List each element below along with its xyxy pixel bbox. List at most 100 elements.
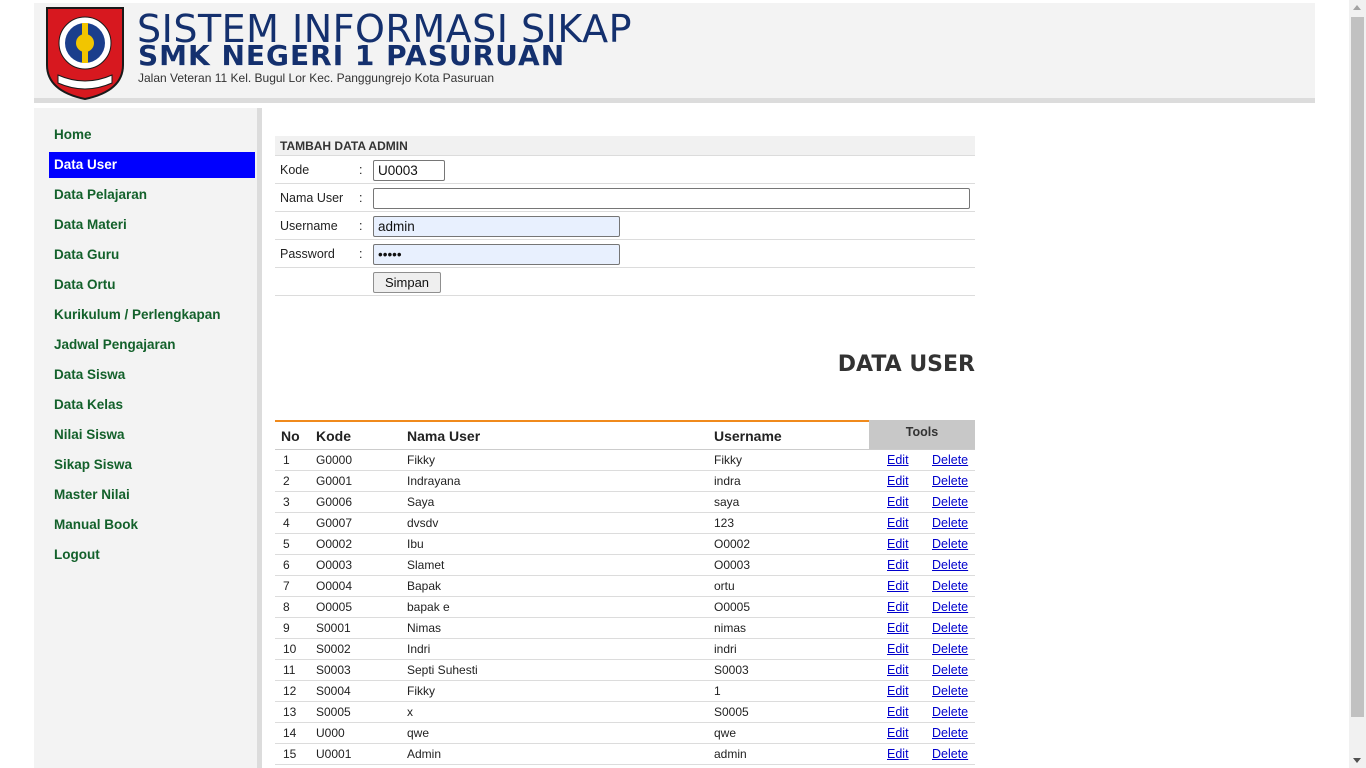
kode-input[interactable]	[373, 160, 445, 181]
sidebar-item-logout[interactable]: Logout	[49, 542, 255, 568]
cell-kode: S0001	[316, 621, 351, 635]
delete-link[interactable]: Delete	[932, 537, 968, 551]
add-admin-form: TAMBAH DATA ADMIN Kode : Nama User : Use…	[275, 136, 975, 296]
edit-link[interactable]: Edit	[887, 516, 909, 530]
colon: :	[359, 163, 363, 177]
edit-link[interactable]: Edit	[887, 663, 909, 677]
table-row: 1 G0000 Fikky Fikky Edit Delete	[275, 450, 975, 471]
edit-link[interactable]: Edit	[887, 474, 909, 488]
edit-link[interactable]: Edit	[887, 621, 909, 635]
cell-kode: S0002	[316, 642, 351, 656]
cell-nama-user: x	[407, 705, 413, 719]
password-label: Password	[280, 247, 335, 261]
nama-user-input[interactable]	[373, 188, 970, 209]
cell-no: 15	[283, 747, 297, 761]
school-address: Jalan Veteran 11 Kel. Bugul Lor Kec. Pan…	[138, 71, 495, 85]
table-body: 1 G0000 Fikky Fikky Edit Delete 2 G0001 Indrayan…	[275, 450, 975, 765]
scroll-up-arrow-icon[interactable]	[1353, 5, 1361, 10]
edit-link[interactable]: Edit	[887, 684, 909, 698]
delete-link[interactable]: Delete	[932, 600, 968, 614]
table-row: 14 U000 qwe qwe Edit Delete	[275, 723, 975, 744]
username-row: Username :	[275, 212, 975, 240]
sidebar-item-data-guru[interactable]: Data Guru	[49, 242, 255, 268]
sidebar-item-master-nilai[interactable]: Master Nilai	[49, 482, 255, 508]
colon: :	[359, 247, 363, 261]
school-name: SMK NEGERI 1 PASURUAN	[138, 39, 566, 72]
cell-username: qwe	[714, 726, 737, 740]
cell-no: 13	[283, 705, 297, 719]
password-input[interactable]	[373, 244, 620, 265]
delete-link[interactable]: Delete	[932, 579, 968, 593]
table-row: 12 S0004 Fikky 1 Edit Delete	[275, 681, 975, 702]
sidebar-item-jadwal-pengajaran[interactable]: Jadwal Pengajaran	[49, 332, 255, 358]
scroll-down-arrow-icon[interactable]	[1353, 758, 1361, 763]
edit-link[interactable]: Edit	[887, 642, 909, 656]
sidebar: Home Data User Data Pelajaran Data Materi Da…	[34, 108, 262, 768]
cell-no: 10	[283, 642, 297, 656]
edit-link[interactable]: Edit	[887, 558, 909, 572]
password-row: Password :	[275, 240, 975, 268]
delete-link[interactable]: Delete	[932, 663, 968, 677]
col-kode: Kode	[316, 428, 351, 444]
table-row: 13 S0005 x S0005 Edit Delete	[275, 702, 975, 723]
cell-no: 6	[283, 558, 290, 572]
edit-link[interactable]: Edit	[887, 726, 909, 740]
sidebar-item-data-materi[interactable]: Data Materi	[49, 212, 255, 238]
cell-no: 9	[283, 621, 290, 635]
delete-link[interactable]: Delete	[932, 495, 968, 509]
cell-nama-user: Septi Suhesti	[407, 663, 478, 677]
scroll-thumb[interactable]	[1351, 17, 1364, 717]
sidebar-item-data-user[interactable]: Data User	[49, 152, 255, 178]
delete-link[interactable]: Delete	[932, 747, 968, 761]
sidebar-item-data-pelajaran[interactable]: Data Pelajaran	[49, 182, 255, 208]
delete-link[interactable]: Delete	[932, 642, 968, 656]
delete-link[interactable]: Delete	[932, 621, 968, 635]
table-row: 2 G0001 Indrayana indra Edit Delete	[275, 471, 975, 492]
sidebar-item-manual-book[interactable]: Manual Book	[49, 512, 255, 538]
edit-link[interactable]: Edit	[887, 747, 909, 761]
table-row: 6 O0003 Slamet O0003 Edit Delete	[275, 555, 975, 576]
vertical-scrollbar[interactable]	[1349, 0, 1366, 768]
sidebar-item-home[interactable]: Home	[49, 122, 255, 148]
sidebar-item-kurikulum-perlengkapan[interactable]: Kurikulum / Perlengkapan	[49, 302, 255, 328]
simpan-button[interactable]: Simpan	[373, 272, 441, 293]
cell-no: 4	[283, 516, 290, 530]
site-header: SISTEM INFORMASI SIKAP SMK NEGERI 1 PASU…	[34, 3, 1315, 103]
cell-no: 2	[283, 474, 290, 488]
cell-no: 8	[283, 600, 290, 614]
delete-link[interactable]: Delete	[932, 453, 968, 467]
cell-nama-user: Slamet	[407, 558, 445, 572]
cell-nama-user: Nimas	[407, 621, 442, 635]
cell-no: 11	[283, 663, 296, 677]
data-user-title: DATA USER	[837, 352, 975, 377]
sidebar-item-data-ortu[interactable]: Data Ortu	[49, 272, 255, 298]
edit-link[interactable]: Edit	[887, 495, 909, 509]
cell-nama-user: Indrayana	[407, 474, 461, 488]
cell-kode: S0005	[316, 705, 351, 719]
sidebar-item-data-siswa[interactable]: Data Siswa	[49, 362, 255, 388]
username-input[interactable]	[373, 216, 620, 237]
cell-kode: O0005	[316, 600, 353, 614]
edit-link[interactable]: Edit	[887, 453, 909, 467]
edit-link[interactable]: Edit	[887, 600, 909, 614]
sidebar-item-nilai-siswa[interactable]: Nilai Siswa	[49, 422, 255, 448]
delete-link[interactable]: Delete	[932, 684, 968, 698]
cell-username: 1	[714, 684, 721, 698]
cell-kode: O0002	[316, 537, 353, 551]
table-row: 4 G0007 dvsdv 123 Edit Delete	[275, 513, 975, 534]
sidebar-item-data-kelas[interactable]: Data Kelas	[49, 392, 255, 418]
delete-link[interactable]: Delete	[932, 726, 968, 740]
edit-link[interactable]: Edit	[887, 579, 909, 593]
colon: :	[359, 191, 363, 205]
edit-link[interactable]: Edit	[887, 537, 909, 551]
edit-link[interactable]: Edit	[887, 705, 909, 719]
delete-link[interactable]: Delete	[932, 558, 968, 572]
delete-link[interactable]: Delete	[932, 516, 968, 530]
cell-username: admin	[714, 747, 747, 761]
sidebar-item-sikap-siswa[interactable]: Sikap Siswa	[49, 452, 255, 478]
delete-link[interactable]: Delete	[932, 474, 968, 488]
delete-link[interactable]: Delete	[932, 705, 968, 719]
cell-username: saya	[714, 495, 740, 509]
username-label: Username	[280, 219, 338, 233]
cell-kode: O0003	[316, 558, 353, 572]
